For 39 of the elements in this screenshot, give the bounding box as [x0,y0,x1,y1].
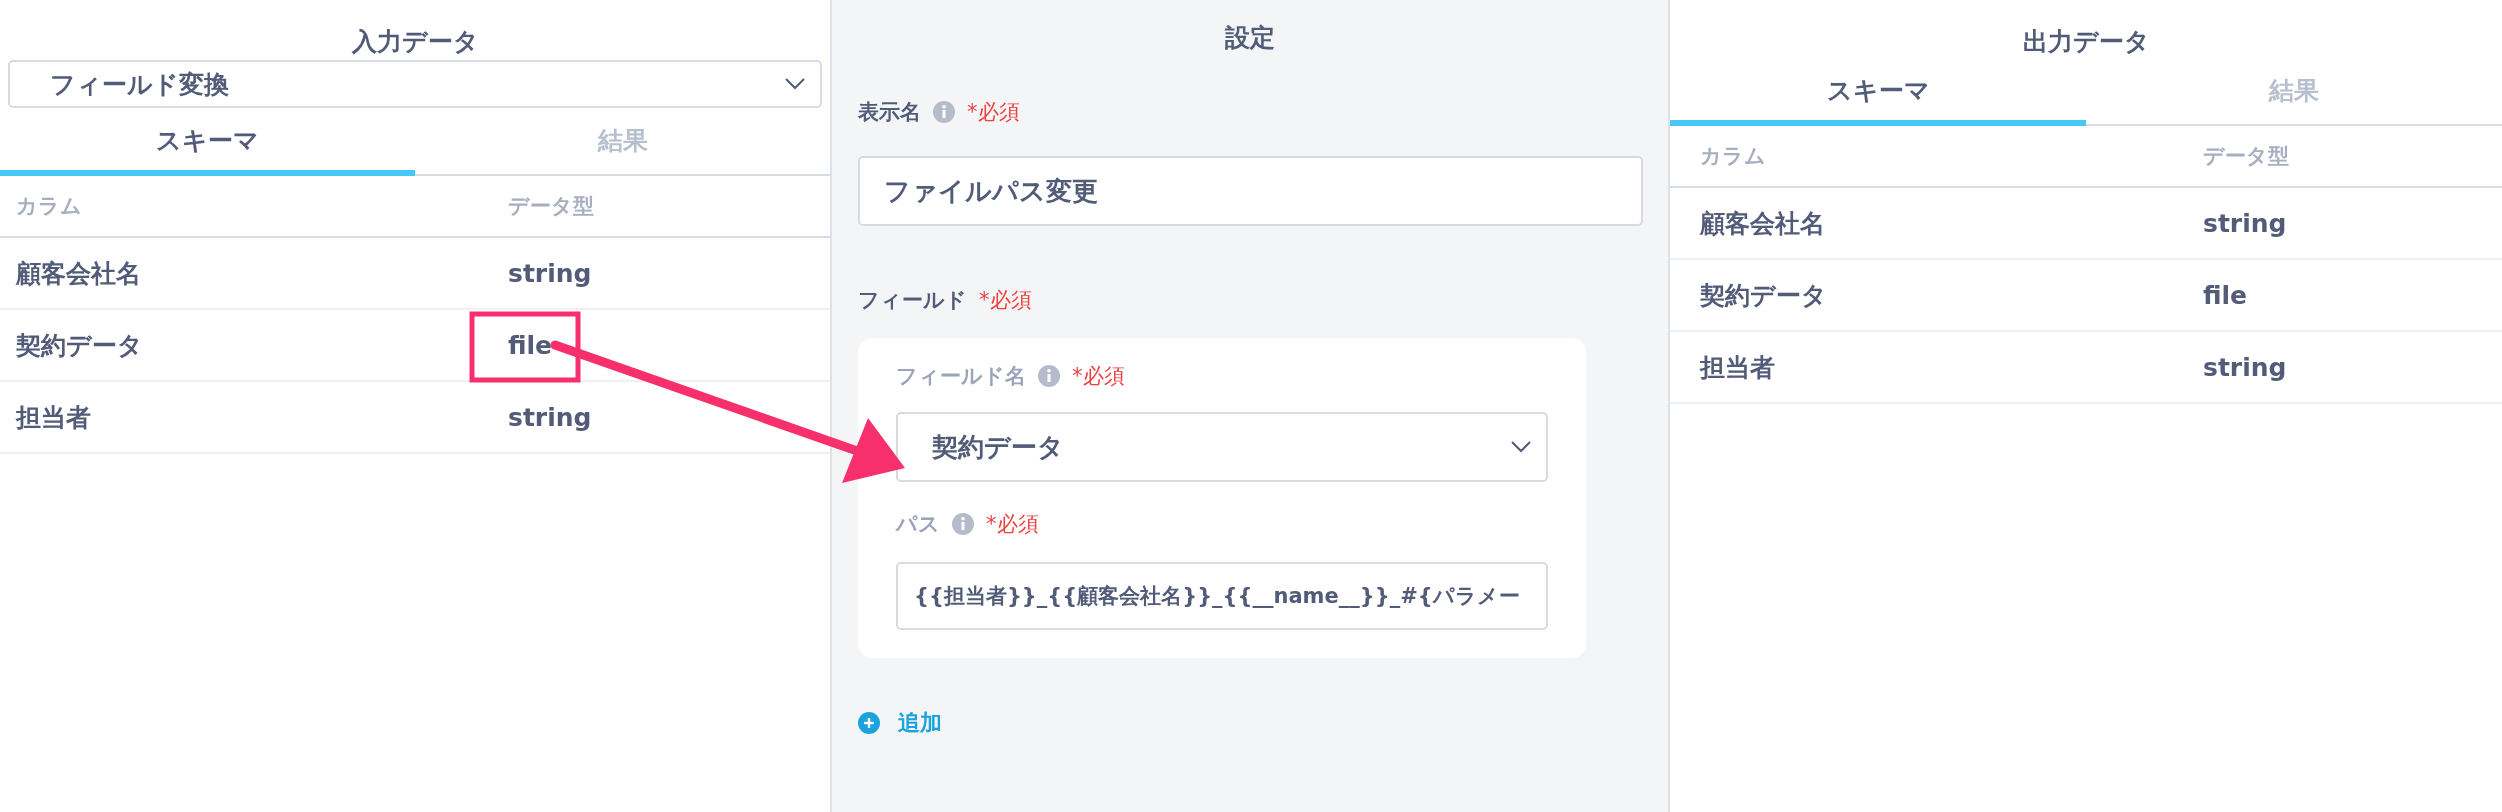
source-select[interactable]: フィールド変換 [8,60,822,108]
table-cell-text: string [508,402,593,432]
table-cell-text: 顧客会社名 [1700,207,1826,240]
field-label: フィールド [858,287,967,314]
table-cell-text: 顧客会社名 [16,257,142,290]
panel-title: 出力データ [2021,26,2151,58]
table-cell-text: string [2203,352,2288,382]
field-label: パス [896,511,940,538]
table-cell-text: string [508,258,593,288]
input-field[interactable]: {{担当者}}_{{顧客会社名}}_{{__name__}}_#{パラメー [896,562,1548,630]
tab[interactable]: スキーマ [0,110,415,176]
required-mark: *必須 [986,511,1039,538]
required-mark: *必須 [1072,363,1125,390]
table-cell-text: string [2203,208,2288,238]
table-cell-text: 契約データ [16,329,144,362]
column-header: データ型 [508,193,595,220]
chevron-down-icon [1510,440,1532,454]
panel-title: 設定 [1224,21,1276,54]
table-cell-text: file [2203,280,2249,310]
required-mark: *必須 [979,287,1032,314]
table-cell-text: 契約データ [1700,279,1828,312]
field-label: 表示名 [858,99,921,126]
panel-title: 入力データ [350,26,480,58]
field-label: フィールド名 [896,363,1026,390]
chevron-down-icon [784,77,806,91]
info-icon [1038,365,1060,387]
table-cell-text: file [508,330,554,360]
tab[interactable]: スキーマ [1670,60,2086,126]
plus-icon [858,712,880,734]
required-mark: *必須 [967,99,1020,126]
table-cell-text: 担当者 [16,401,92,434]
column-header: カラム [16,193,83,220]
table-cell-text: 担当者 [1700,351,1776,384]
column-header: データ型 [2203,143,2290,170]
input-field[interactable]: ファイルパス変更 [858,156,1643,226]
info-icon [933,101,955,123]
column-header: カラム [1700,143,1767,170]
info-icon [952,513,974,535]
field-select[interactable]: 契約データ [896,412,1548,482]
